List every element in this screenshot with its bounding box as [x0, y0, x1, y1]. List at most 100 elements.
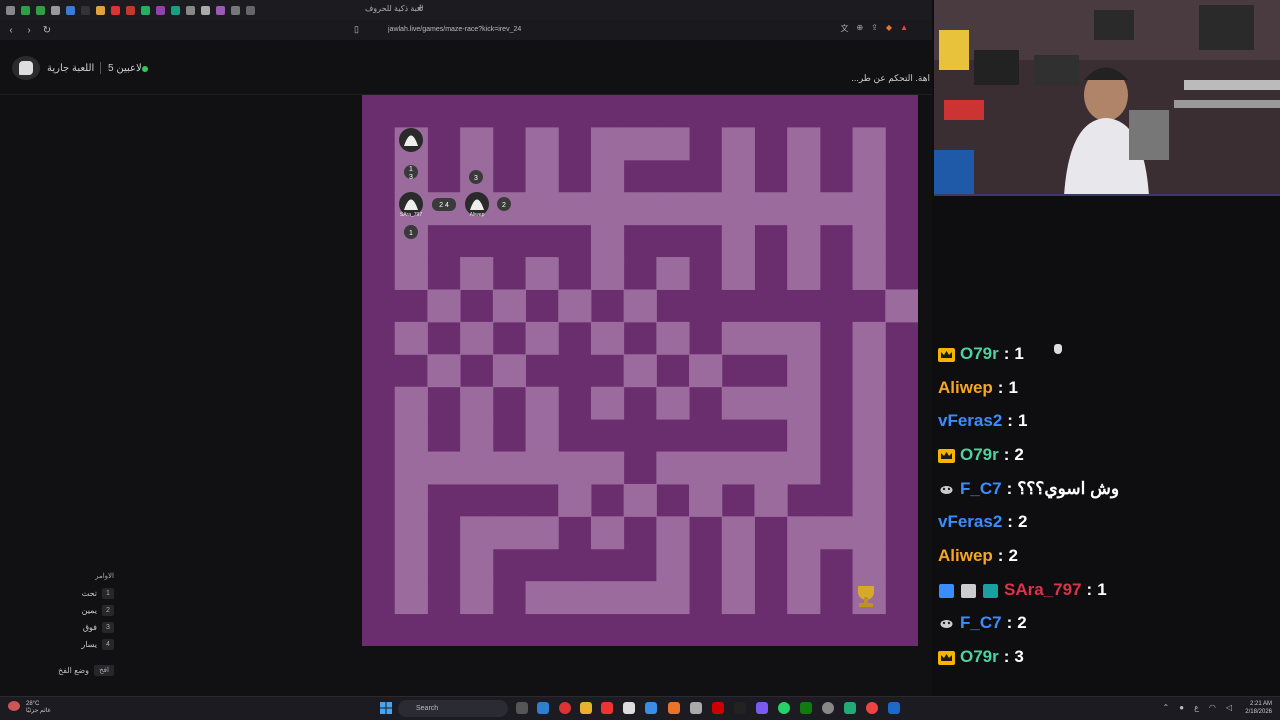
tab-favicon[interactable] [201, 5, 210, 15]
tab-favicon[interactable] [246, 5, 255, 15]
trap-mode-row: وضع الفخ افخ [58, 664, 114, 676]
player-token: Aliwep [465, 192, 489, 218]
clock[interactable]: 2:21 AM 2/18/2026 [1245, 700, 1272, 716]
tab-favicon[interactable] [126, 5, 135, 15]
xbox-icon[interactable] [800, 702, 812, 714]
youtube-icon[interactable] [601, 702, 613, 714]
marker-number: 1 [409, 166, 413, 173]
clock-date: 2/18/2026 [1245, 709, 1272, 715]
new-tab-button[interactable]: + [417, 2, 423, 14]
maze-board: SAra_797 Aliwep 1 3 3 2 4 2 1 [362, 95, 918, 646]
control-label: فوق [82, 622, 97, 632]
zoom-icon[interactable]: ⊕ [857, 23, 864, 34]
tab-favicon[interactable] [36, 5, 45, 15]
player-token [399, 128, 423, 152]
tab-favicon[interactable] [156, 5, 165, 15]
chat-separator: : [1006, 478, 1013, 498]
url-field[interactable]: jawlah.live/games/maze-race?kick=irev_24 [370, 23, 910, 37]
weather-icon[interactable] [8, 701, 20, 711]
chat-separator: : [1003, 444, 1010, 464]
keyboard-lang-icon[interactable]: ع [1194, 703, 1199, 712]
active-tab-title[interactable]: لعبة ذكية للحروف [365, 4, 423, 13]
tab-favicon[interactable] [21, 5, 30, 15]
alert-icon[interactable]: ▲ [900, 23, 908, 34]
alien-badge-icon [960, 583, 977, 598]
netflix-icon[interactable] [712, 702, 724, 714]
trap-mode-key[interactable]: افخ [94, 664, 114, 676]
settings-icon[interactable] [822, 702, 834, 714]
volume-icon[interactable]: ◁ [1226, 703, 1232, 712]
chat-message: Aliwep:1 [938, 371, 1268, 405]
app-icon[interactable] [866, 702, 878, 714]
weather-temp: 28°C [26, 701, 40, 707]
taskbar-search[interactable]: Search [398, 700, 508, 717]
player-token: SAra_797 [399, 192, 423, 218]
webcam-feed [934, 0, 1280, 196]
translate-icon[interactable]: 文 [841, 23, 849, 34]
weather-desc: غائم جزئيًا [26, 708, 51, 714]
chat-text: 2 [1008, 545, 1018, 565]
chat-username[interactable]: SAra_797 [1004, 580, 1082, 600]
forward-icon[interactable]: › [22, 25, 36, 36]
control-row: يمين 2 [82, 604, 114, 616]
app-icon[interactable] [734, 702, 746, 714]
share-icon[interactable]: ⇪ [871, 23, 878, 34]
bookmark-icon[interactable]: ▯ [354, 24, 359, 35]
chat-username[interactable]: vFeras2 [938, 411, 1002, 431]
crown-icon [938, 448, 955, 463]
control-row: تحت 1 [82, 587, 114, 599]
tab-favicon[interactable] [141, 5, 150, 15]
control-row: فوق 3 [83, 621, 114, 633]
windows-start-icon[interactable] [380, 702, 392, 714]
task-view-icon[interactable] [516, 702, 528, 714]
notepad-icon[interactable] [623, 702, 635, 714]
tab-favicon[interactable] [96, 5, 105, 15]
edge-icon[interactable] [537, 702, 549, 714]
tab-favicon[interactable] [186, 5, 195, 15]
chat-username[interactable]: O79r [960, 445, 999, 465]
chat-separator: : [997, 545, 1004, 565]
back-icon[interactable]: ‹ [4, 25, 18, 36]
shield-icon[interactable]: ◆ [886, 23, 892, 34]
mic-icon[interactable]: ● [1179, 703, 1184, 712]
player-count: 5 لاعبين [108, 63, 142, 74]
chat-username[interactable]: O79r [960, 344, 999, 364]
tab-favicon[interactable] [81, 5, 90, 15]
mail-icon[interactable] [645, 702, 657, 714]
chat-text: 2 [1017, 613, 1027, 633]
chat-username[interactable]: Aliwep [938, 378, 993, 398]
app-icon[interactable] [690, 702, 702, 714]
tab-favicon[interactable] [111, 5, 120, 15]
chevron-up-icon[interactable]: ⌃ [1163, 703, 1170, 712]
tab-favicon[interactable] [51, 5, 60, 15]
crown-icon [938, 650, 955, 666]
chat-text: 2 [1017, 512, 1028, 532]
brave-icon[interactable] [668, 702, 680, 714]
app-icon[interactable] [756, 702, 768, 714]
chat-separator: : [1086, 579, 1093, 599]
chat-username[interactable]: vFeras2 [938, 512, 1002, 532]
move-marker: 2 [497, 197, 511, 211]
reload-icon[interactable]: ↻ [40, 25, 54, 36]
marker-number: 3 [474, 175, 478, 182]
tab-favicon[interactable] [171, 5, 180, 15]
chat-username[interactable]: Aliwep [938, 546, 993, 566]
chat-username[interactable]: O79r [960, 647, 999, 667]
app-icon[interactable] [844, 702, 856, 714]
app-icon[interactable] [559, 702, 571, 714]
whatsapp-icon[interactable] [778, 702, 790, 714]
tab-favicon[interactable] [216, 5, 225, 15]
weather-widget[interactable]: 28°C غائم جزئيًا [26, 701, 51, 715]
file-explorer-icon[interactable] [580, 702, 592, 714]
steam-icon[interactable] [888, 702, 900, 714]
tab-favicon[interactable] [6, 5, 15, 15]
chat-username[interactable]: F_C7 [960, 613, 1002, 633]
logo[interactable] [12, 56, 40, 80]
trophy-icon [858, 586, 874, 607]
chat-message: vFeras2:2 [938, 505, 1268, 539]
wifi-icon[interactable]: ◠ [1209, 703, 1216, 712]
tab-favicon[interactable] [66, 5, 75, 15]
tab-favicon[interactable] [231, 5, 240, 15]
chat-username[interactable]: F_C7 [960, 479, 1002, 499]
address-bar-row: ‹ › ↻ ▯ jawlah.live/games/maze-race?kick… [0, 20, 932, 40]
